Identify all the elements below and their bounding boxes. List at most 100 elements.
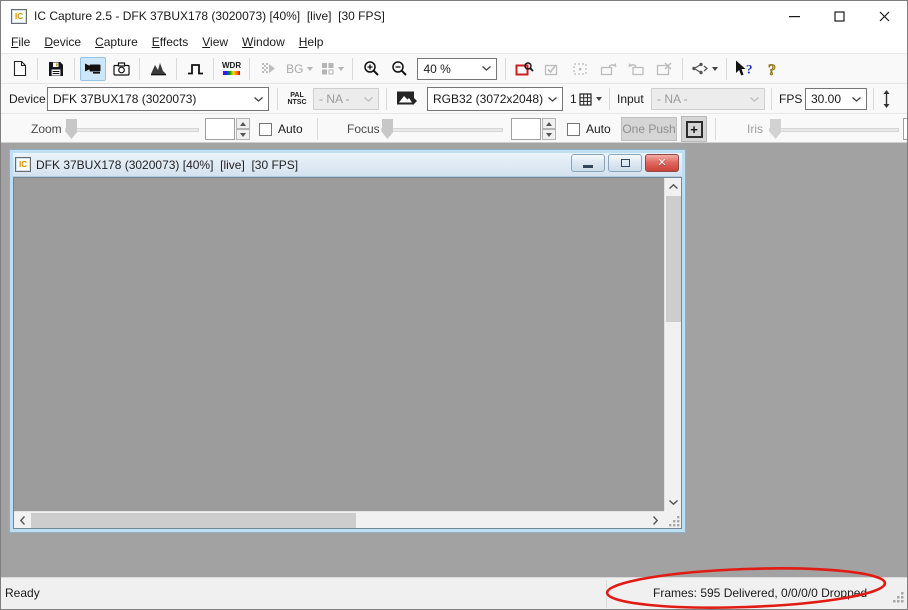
spin-down-button[interactable] [236, 129, 250, 140]
child-close-button[interactable]: ✕ [645, 154, 679, 172]
fps-combobox[interactable]: 30.00 [805, 88, 867, 110]
zoom-selection-button[interactable] [511, 57, 537, 81]
trigger-pulse-icon [187, 62, 204, 76]
menu-capture[interactable]: Capture [88, 32, 145, 52]
one-push-button: One Push [621, 117, 677, 141]
wdr-button[interactable]: WDR [219, 57, 244, 81]
separator [176, 58, 177, 80]
chevron-down-icon [712, 67, 718, 71]
zoom-out-button[interactable] [386, 57, 412, 81]
histogram-button[interactable] [145, 57, 171, 81]
scroll-right-button[interactable] [647, 512, 664, 529]
menu-view[interactable]: View [195, 32, 235, 52]
menu-device[interactable]: Device [37, 32, 88, 52]
zoom-selection-icon [515, 61, 534, 77]
menu-file[interactable]: File [4, 32, 37, 52]
new-document-button[interactable] [6, 57, 32, 81]
display-options-dropdown-button[interactable] [688, 57, 721, 81]
child-resize-grip[interactable] [664, 511, 681, 528]
scroll-left-button[interactable] [14, 512, 31, 529]
zoom-level-combobox[interactable]: 40 % [417, 58, 497, 80]
video-format-combobox[interactable]: RGB32 (3072x2048) [427, 87, 563, 111]
image-settings-button[interactable] [393, 86, 419, 110]
minimize-button[interactable] [772, 1, 817, 31]
resize-updown-icon [881, 90, 892, 108]
new-document-icon [12, 60, 27, 77]
vertical-scroll-thumb[interactable] [666, 196, 681, 322]
zoom-slider[interactable] [65, 116, 199, 142]
scroll-up-button[interactable] [665, 178, 682, 195]
focus-slider[interactable] [381, 116, 503, 142]
focus-label: Focus [347, 114, 380, 144]
input-combobox: - NA - [651, 88, 765, 110]
spin-up-button[interactable] [542, 118, 556, 129]
live-display-button[interactable] [80, 57, 106, 81]
menu-help[interactable]: Help [292, 32, 331, 52]
child-window-title: DFK 37BUX178 (3020073) [40%] [live] [30 … [36, 158, 298, 172]
menu-effects[interactable]: Effects [145, 32, 195, 52]
zoom-slider-thumb[interactable] [66, 119, 77, 139]
spin-down-button[interactable] [542, 129, 556, 140]
video-camera-icon [84, 62, 102, 76]
about-button[interactable]: ? [760, 57, 786, 81]
image-settings-icon [396, 90, 417, 106]
zoom-auto-label: Auto [278, 114, 303, 144]
spin-up-button[interactable] [236, 118, 250, 129]
scroll-down-button[interactable] [665, 494, 682, 511]
chevron-down-icon [548, 97, 557, 102]
separator [386, 88, 387, 110]
child-restore-button[interactable] [608, 154, 642, 172]
zoom-in-button[interactable] [358, 57, 384, 81]
selection-expand-button [595, 57, 621, 81]
one-push-plus-button[interactable]: + [681, 116, 707, 142]
histogram-icon [150, 61, 167, 76]
iris-slider [769, 116, 899, 142]
separator [74, 58, 75, 80]
horizontal-scrollbar[interactable] [14, 511, 664, 528]
pal-ntsc-icon: PAL NTSC [283, 84, 311, 114]
snap-image-button[interactable] [108, 57, 134, 81]
save-image-button[interactable] [43, 57, 69, 81]
zoom-value-field[interactable] [205, 118, 235, 140]
iris-value-spinner [903, 118, 908, 140]
focus-slider-thumb[interactable] [382, 119, 393, 139]
bg-dropdown-button: BG [283, 57, 316, 81]
svg-text:?: ? [746, 62, 753, 77]
device-combobox[interactable]: DFK 37BUX178 (3020073) [47, 87, 269, 111]
separator [873, 88, 874, 110]
separator [609, 88, 610, 110]
child-minimize-button[interactable] [571, 154, 605, 172]
zoom-auto-checkbox[interactable] [259, 123, 272, 136]
focus-value-field[interactable] [511, 118, 541, 140]
svg-text:?: ? [768, 62, 776, 78]
focus-auto-checkbox[interactable] [567, 123, 580, 136]
horizontal-scroll-thumb[interactable] [31, 513, 356, 528]
binning-dropdown-button[interactable]: 1 [567, 87, 605, 111]
vertical-scrollbar[interactable] [664, 178, 681, 511]
maximize-button[interactable] [817, 1, 862, 31]
minimize-icon [789, 11, 800, 22]
selection-center-button [567, 57, 593, 81]
toolbar-resize-handle[interactable] [881, 90, 892, 111]
separator [139, 58, 140, 80]
main-toolbar: WDR BG 40 % [1, 53, 907, 83]
separator [277, 88, 278, 110]
close-button[interactable] [862, 1, 907, 31]
help-icon: ? [767, 60, 780, 78]
fps-label: FPS [779, 84, 802, 114]
separator [726, 58, 727, 80]
context-help-button[interactable]: ? [732, 57, 758, 81]
selection-undo-icon [628, 62, 645, 76]
zoom-in-icon [363, 60, 380, 77]
grid-icon [321, 62, 334, 75]
window-controls [772, 1, 907, 31]
window-resize-grip[interactable] [892, 591, 905, 607]
menu-window[interactable]: Window [235, 32, 292, 52]
status-bar: Ready Frames: 595 Delivered, 0/0/0/0 Dro… [1, 577, 907, 609]
pattern-arrow-icon [261, 62, 276, 75]
trigger-button[interactable] [182, 57, 208, 81]
resize-grip-icon [669, 516, 681, 528]
focus-auto-label: Auto [586, 114, 611, 144]
resize-grip-icon [892, 591, 905, 604]
status-frames-text: Frames: 595 Delivered, 0/0/0/0 Dropped [653, 578, 867, 609]
